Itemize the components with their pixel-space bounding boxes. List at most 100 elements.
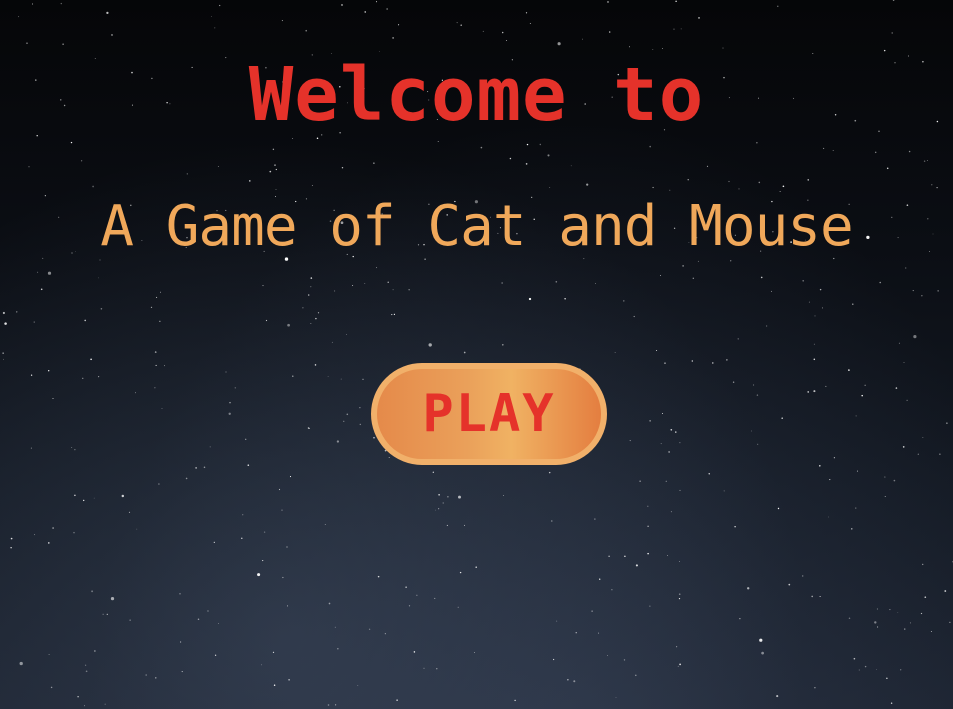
star	[708, 473, 710, 475]
star	[432, 471, 434, 473]
star	[310, 323, 312, 324]
star	[828, 516, 829, 518]
star	[359, 423, 362, 426]
star	[917, 453, 919, 455]
star	[647, 525, 649, 528]
star	[509, 157, 512, 160]
star	[28, 166, 30, 168]
star	[314, 364, 317, 366]
star	[106, 11, 109, 15]
star	[375, 1, 378, 3]
star	[526, 143, 529, 146]
star	[679, 489, 681, 491]
star	[156, 296, 158, 298]
star	[913, 335, 917, 339]
star	[813, 390, 816, 393]
star	[886, 167, 889, 170]
star	[460, 24, 462, 26]
star	[91, 590, 94, 593]
star	[274, 164, 276, 166]
star	[343, 420, 345, 422]
star	[392, 289, 394, 291]
star	[18, 16, 20, 18]
star	[98, 376, 100, 378]
star	[286, 546, 288, 548]
star	[324, 524, 326, 525]
star	[352, 285, 354, 286]
star	[110, 596, 115, 601]
star	[687, 179, 689, 181]
star	[159, 320, 161, 322]
star	[946, 422, 948, 424]
star	[458, 495, 461, 499]
star	[74, 449, 76, 451]
star	[437, 141, 439, 142]
star	[852, 303, 854, 305]
star	[802, 575, 804, 577]
star	[757, 443, 759, 445]
play-button[interactable]: PLAY	[371, 363, 607, 465]
star	[4, 322, 7, 325]
star	[289, 476, 292, 478]
star	[697, 260, 699, 262]
star	[32, 3, 33, 5]
star	[829, 479, 831, 481]
star	[334, 290, 336, 292]
star	[807, 179, 809, 181]
star	[608, 31, 611, 33]
star	[83, 499, 85, 502]
star	[557, 42, 561, 46]
star	[678, 593, 681, 596]
star	[529, 23, 531, 25]
star	[473, 652, 475, 653]
star	[337, 648, 339, 650]
star	[615, 697, 617, 698]
star	[673, 28, 675, 30]
star	[60, 2, 62, 5]
star	[814, 315, 816, 317]
star	[779, 191, 781, 193]
star	[16, 311, 18, 313]
star	[898, 342, 900, 344]
star	[598, 632, 600, 634]
star	[2, 352, 4, 354]
star	[503, 495, 504, 496]
star	[664, 362, 666, 364]
star	[607, 655, 608, 656]
star	[436, 668, 438, 670]
star	[623, 300, 625, 302]
star	[505, 40, 507, 41]
star	[457, 606, 459, 608]
star	[635, 564, 638, 567]
star	[102, 613, 104, 615]
star	[47, 542, 50, 544]
star	[726, 359, 728, 361]
star	[739, 618, 741, 620]
star	[855, 507, 857, 509]
star	[949, 621, 951, 624]
star	[308, 427, 310, 429]
star	[573, 680, 576, 683]
star	[649, 605, 651, 607]
star	[813, 358, 816, 361]
star	[219, 4, 221, 7]
star	[732, 381, 735, 383]
star	[895, 387, 898, 389]
star	[245, 438, 247, 440]
star	[823, 147, 825, 149]
star	[661, 413, 663, 414]
star	[665, 480, 667, 482]
star	[393, 313, 396, 316]
star	[633, 315, 635, 318]
star	[582, 38, 583, 40]
star	[591, 610, 593, 612]
star	[821, 307, 823, 309]
star	[327, 704, 330, 706]
star	[906, 399, 908, 402]
star	[209, 446, 211, 448]
star	[813, 343, 815, 345]
star	[84, 319, 87, 322]
star	[750, 430, 752, 432]
star	[808, 301, 810, 303]
star	[48, 370, 50, 372]
